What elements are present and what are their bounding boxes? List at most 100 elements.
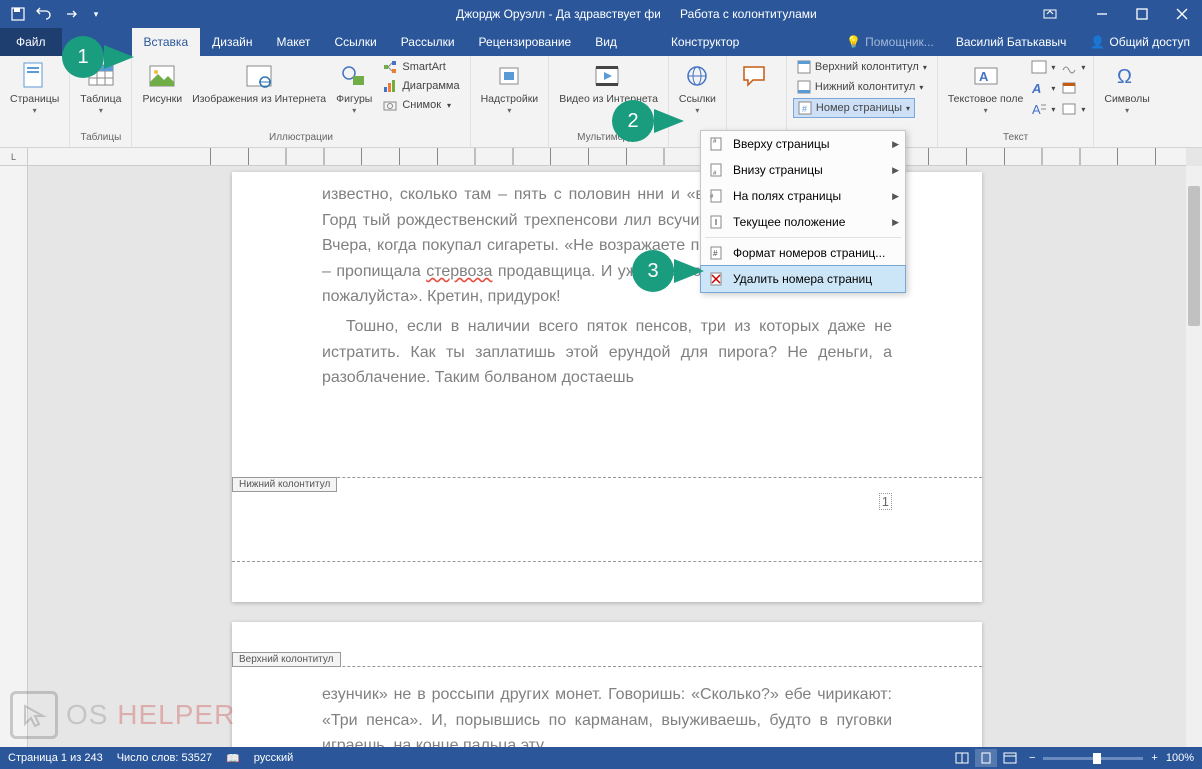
menu-page-margins[interactable]: #На полях страницы▶: [701, 183, 905, 209]
vertical-scrollbar[interactable]: [1186, 166, 1202, 747]
status-bar: Страница 1 из 243 Число слов: 53527 📖 ру…: [0, 747, 1202, 769]
menu-bottom-of-page[interactable]: #Внизу страницы▶: [701, 157, 905, 183]
tab-insert[interactable]: Вставка: [132, 28, 201, 56]
tab-mailings[interactable]: Рассылки: [389, 28, 467, 56]
drop-cap-button[interactable]: A▾: [1029, 100, 1057, 118]
callout-3: 3: [632, 250, 704, 292]
zoom-out-button[interactable]: −: [1029, 752, 1035, 764]
omega-icon: Ω: [1111, 60, 1143, 92]
pictures-button[interactable]: Рисунки: [138, 58, 186, 108]
smartart-button[interactable]: SmartArt: [378, 58, 463, 76]
svg-text:A: A: [1031, 81, 1041, 95]
zoom-in-button[interactable]: +: [1151, 752, 1157, 764]
zoom-slider[interactable]: [1043, 757, 1143, 760]
svg-text:A: A: [979, 69, 989, 84]
status-language[interactable]: русский: [254, 752, 293, 765]
comment-button[interactable]: [733, 58, 775, 96]
addins-icon: [493, 60, 525, 92]
chart-icon: [382, 78, 398, 94]
web-layout-button[interactable]: [999, 749, 1021, 767]
group-pages: Страницы ▾: [0, 56, 70, 147]
top-page-icon: #: [707, 135, 725, 153]
tab-review[interactable]: Рецензирование: [467, 28, 584, 56]
addins-button[interactable]: Надстройки ▾: [477, 58, 543, 117]
wordart-button[interactable]: A▾: [1029, 79, 1057, 97]
tab-references[interactable]: Ссылки: [322, 28, 388, 56]
footer-button[interactable]: Нижний колонтитул▾: [793, 78, 927, 96]
page-number-icon: #: [798, 101, 812, 115]
ribbon-options-icon[interactable]: [1038, 2, 1062, 26]
submenu-arrow-icon: ▶: [892, 217, 899, 228]
title-bar: ▾ Джордж Оруэлл - Да здравствует фикус.d…: [0, 0, 1202, 28]
undo-icon[interactable]: [34, 4, 54, 24]
page-number-menu: #Вверху страницы▶ #Внизу страницы▶ #На п…: [700, 130, 906, 293]
pages-button[interactable]: Страницы ▾: [6, 58, 63, 117]
cursor-pos-icon: [707, 213, 725, 231]
shapes-button[interactable]: Фигуры ▾: [332, 58, 376, 117]
qat-customize-icon[interactable]: ▾: [86, 4, 106, 24]
status-proofing-icon[interactable]: 📖: [226, 752, 240, 765]
page-container: известно, сколько там – пять с половин н…: [28, 166, 1186, 747]
picture-icon: [146, 60, 178, 92]
quick-parts-button[interactable]: ▾: [1029, 58, 1057, 76]
comment-icon: [738, 60, 770, 92]
menu-current-position[interactable]: Текущее положение▶: [701, 209, 905, 235]
page-2[interactable]: Верхний колонтитул езунчик» не в россыпи…: [232, 622, 982, 747]
ruler-corner[interactable]: L: [0, 148, 28, 166]
status-word-count[interactable]: Число слов: 53527: [117, 752, 212, 765]
horizontal-ruler[interactable]: [28, 148, 1186, 166]
save-icon[interactable]: [8, 4, 28, 24]
contextual-tab-title: Работа с колонтитулами: [660, 0, 837, 28]
date-time-button[interactable]: [1059, 79, 1087, 97]
print-layout-button[interactable]: [975, 749, 997, 767]
vertical-ruler[interactable]: [0, 166, 28, 747]
redo-icon[interactable]: [60, 4, 80, 24]
tab-design[interactable]: Дизайн: [200, 28, 264, 56]
tab-file[interactable]: Файл: [0, 28, 62, 56]
signature-button[interactable]: ▾: [1059, 58, 1087, 76]
share-button[interactable]: 👤Общий доступ: [1078, 35, 1202, 49]
read-mode-button[interactable]: [951, 749, 973, 767]
submenu-arrow-icon: ▶: [892, 191, 899, 202]
svg-text:#: #: [713, 249, 718, 258]
spelling-error[interactable]: стервоза: [426, 263, 492, 280]
object-button[interactable]: ▾: [1059, 100, 1087, 118]
footer-tab-label[interactable]: Нижний колонтитул: [232, 477, 337, 492]
header-button[interactable]: Верхний колонтитул▾: [793, 58, 931, 76]
link-icon: [681, 60, 713, 92]
page-icon: [19, 60, 51, 92]
scrollbar-thumb[interactable]: [1188, 186, 1200, 326]
menu-top-of-page[interactable]: #Вверху страницы▶: [701, 131, 905, 157]
view-buttons: [951, 749, 1021, 767]
camera-icon: [382, 97, 398, 113]
quick-access-toolbar: ▾: [0, 4, 114, 24]
symbols-button[interactable]: Ω Символы ▾: [1100, 58, 1153, 117]
tell-me-search[interactable]: 💡Помощник...: [836, 35, 944, 49]
close-button[interactable]: [1162, 0, 1202, 28]
menu-separator: [705, 237, 901, 238]
tab-view[interactable]: Вид: [583, 28, 629, 56]
tab-layout[interactable]: Макет: [264, 28, 322, 56]
menu-remove-page-numbers[interactable]: Удалить номера страниц: [700, 265, 906, 293]
chart-button[interactable]: Диаграмма: [378, 77, 463, 95]
user-account[interactable]: Василий Батькавыч: [944, 35, 1079, 49]
margins-icon: #: [707, 187, 725, 205]
textbox-icon: A: [970, 60, 1002, 92]
header-tab-label[interactable]: Верхний колонтитул: [232, 652, 341, 667]
online-pictures-button[interactable]: Изображения из Интернета: [188, 58, 330, 108]
ribbon-display-options: [1038, 2, 1062, 26]
format-icon: #: [707, 244, 725, 262]
zoom-level[interactable]: 100%: [1166, 752, 1194, 764]
tab-constructor[interactable]: Конструктор: [659, 28, 751, 56]
document-body-2[interactable]: езунчик» не в россыпи других монет. Гово…: [322, 682, 892, 747]
callout-2: 2: [612, 100, 684, 142]
maximize-button[interactable]: [1122, 0, 1162, 28]
screenshot-button[interactable]: Снимок▾: [378, 96, 463, 114]
page-number-button[interactable]: #Номер страницы▾: [793, 98, 915, 118]
minimize-button[interactable]: [1082, 0, 1122, 28]
status-page[interactable]: Страница 1 из 243: [8, 752, 103, 765]
submenu-arrow-icon: ▶: [892, 165, 899, 176]
menu-format-page-numbers[interactable]: #Формат номеров страниц...: [701, 240, 905, 266]
page-number-field[interactable]: 1: [879, 493, 892, 510]
textbox-button[interactable]: A Текстовое поле ▾: [944, 58, 1027, 117]
